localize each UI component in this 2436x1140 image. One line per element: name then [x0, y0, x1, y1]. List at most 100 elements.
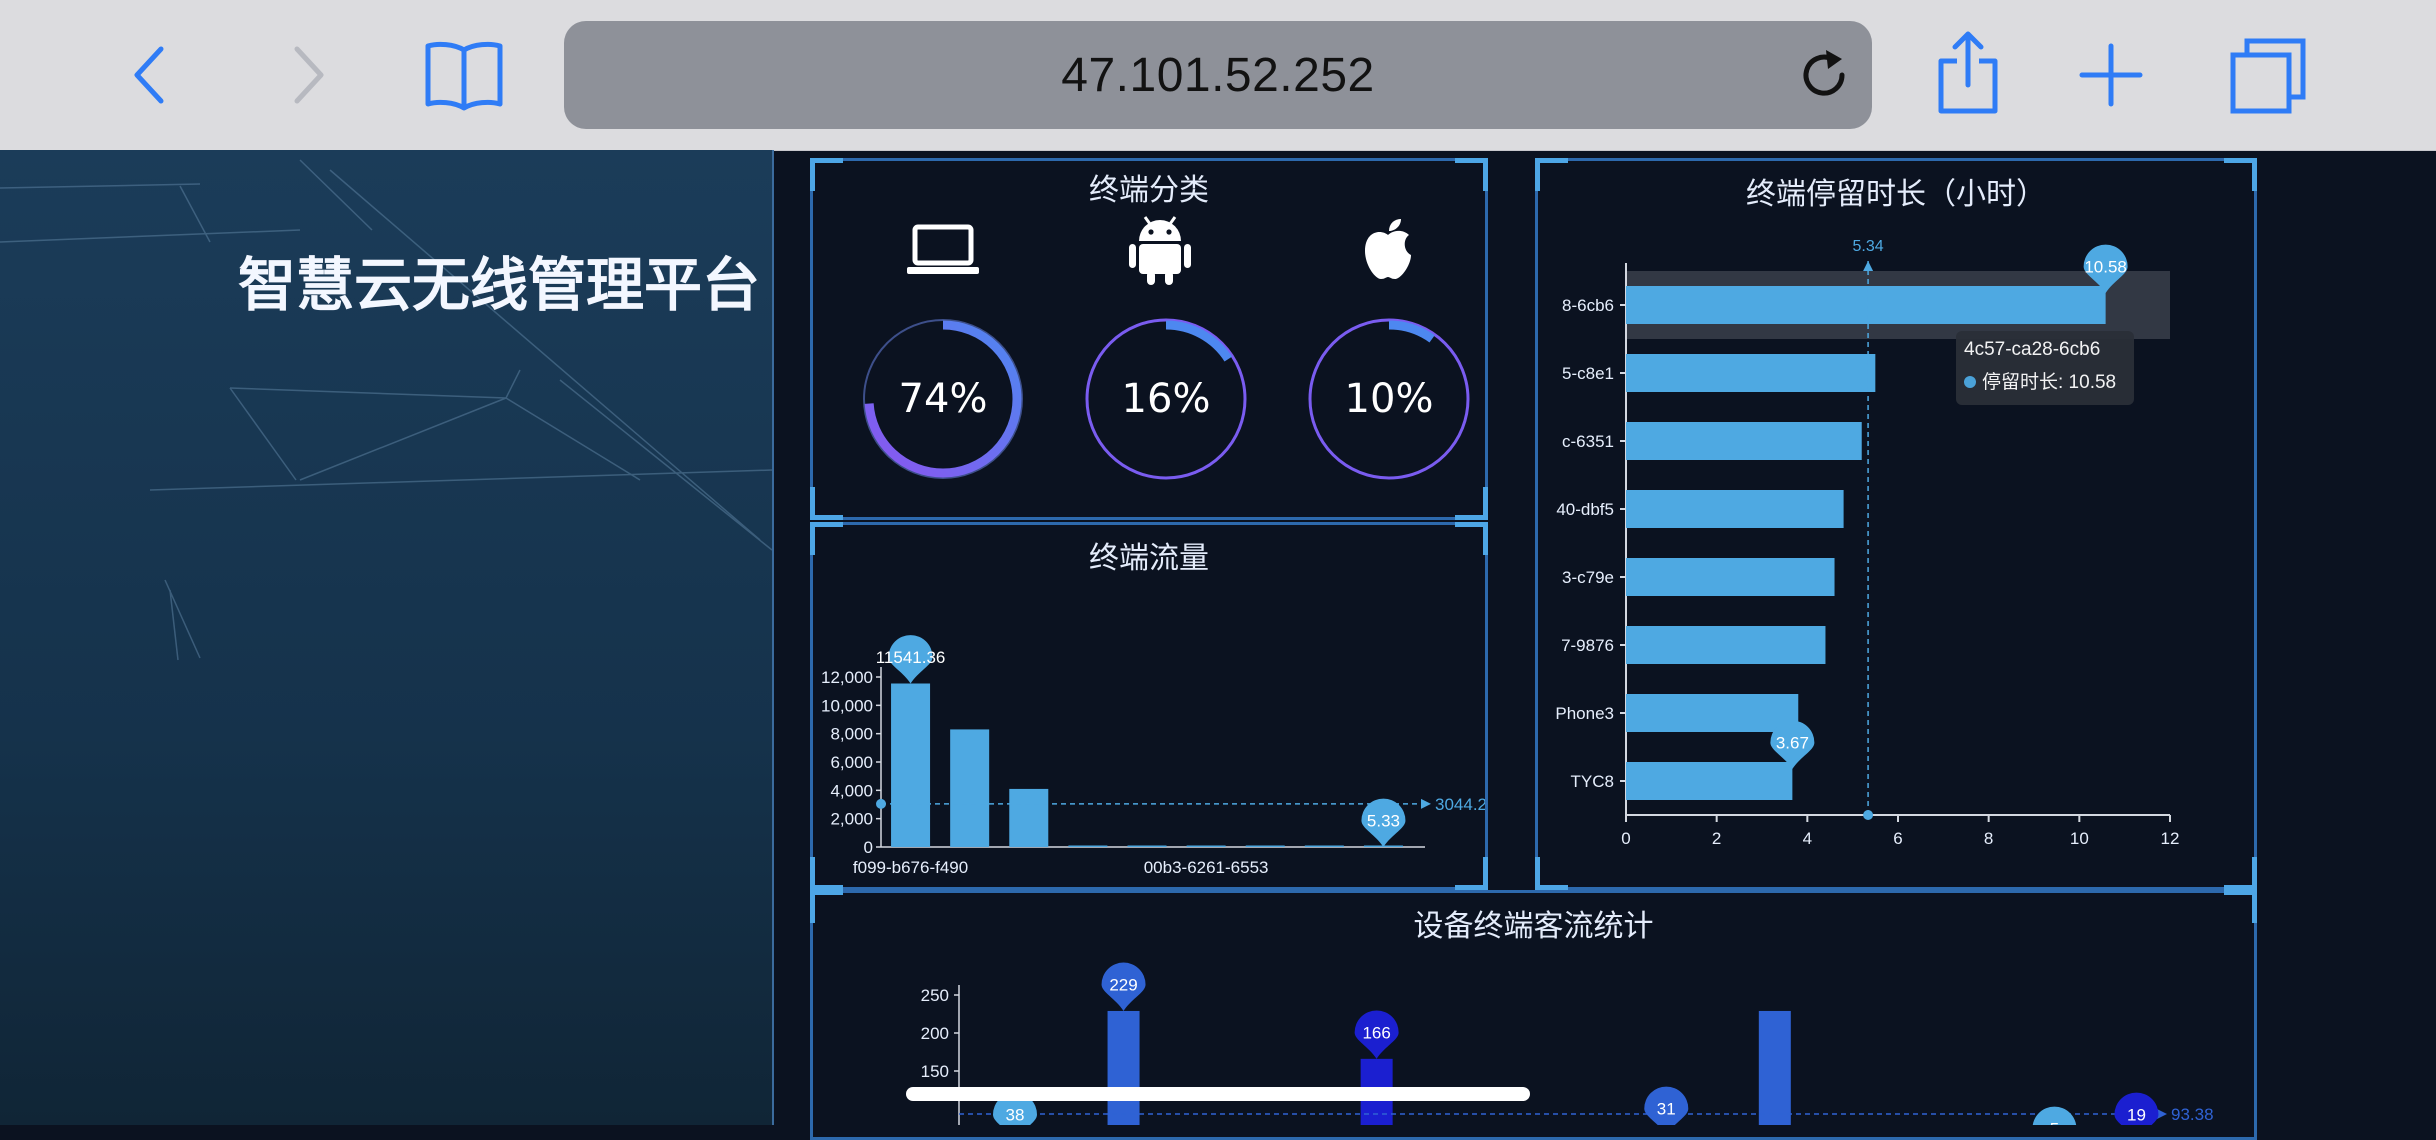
platform-title: 智慧云无线管理平台 — [238, 251, 761, 319]
traffic-bar — [1068, 845, 1108, 847]
tooltip-dot — [1964, 376, 1976, 388]
category-label: 40-dbf5 — [1556, 500, 1614, 519]
dwell-bar — [1626, 558, 1835, 596]
visitor-marker-label: 19 — [2127, 1106, 2146, 1125]
visitor-bar — [1107, 1010, 1140, 1125]
y-tick-label: 2,000 — [830, 810, 873, 829]
visitor-marker-label: 229 — [1109, 976, 1137, 995]
x-tick-label: 8 — [1984, 829, 1993, 848]
traffic-bar — [1009, 788, 1049, 847]
category-label: 8-6cb6 — [1562, 296, 1614, 315]
average-start-dot — [1863, 810, 1874, 820]
android-ring-chart: 16% — [1083, 316, 1249, 482]
traffic-bar — [1304, 845, 1344, 847]
y-tick-label: 4,000 — [830, 781, 873, 800]
chart-tooltip: 4c57-ca28-6cb6 停留时长: 10.58 — [1956, 331, 2134, 405]
new-tab-icon[interactable] — [2076, 40, 2146, 110]
dwell-bar-chart: 8-6cb6 5-c8e1 c-6351 40-dbf5 3-c79e 7-9876 Pho… — [1555, 238, 2180, 848]
y-tick-label: 6,000 — [830, 753, 873, 772]
traffic-bar — [891, 683, 931, 847]
terminal-category-panel: 终端分类 74% 16% 10% — [810, 158, 1488, 520]
home-indicator — [906, 1087, 1530, 1101]
browser-toolbar: 47.101.52.252 — [0, 0, 2436, 151]
tooltip-id: 4c57-ca28-6cb6 — [1964, 339, 2101, 360]
average-arrow — [1863, 261, 1874, 271]
visitor-marker-label: 166 — [1362, 1023, 1390, 1042]
visitor-marker-label: 5 — [2050, 1120, 2059, 1125]
android-percent: 16% — [1121, 376, 1211, 422]
max-marker-label: 10.58 — [2084, 258, 2127, 277]
terminal-traffic-panel: 终端流量 0 2,000 4,000 6,000 8,000 10,000 12,000 f0… — [810, 522, 1488, 890]
dwell-bar — [1626, 626, 1826, 664]
y-tick-label: 250 — [921, 986, 949, 1005]
average-arrow — [1421, 798, 1431, 809]
left-map-panel: 智慧云无线管理平台 — [0, 150, 774, 1125]
category-label: 3-c79e — [1562, 568, 1614, 587]
y-tick-label: 150 — [921, 1062, 949, 1081]
x-tick-label: 0 — [1621, 829, 1630, 848]
frame-corner — [810, 487, 843, 520]
visitor-bar — [1758, 1010, 1791, 1125]
visitor-marker-label: 38 — [1006, 1106, 1025, 1125]
x-tick-label: 6 — [1893, 829, 1902, 848]
category-label: TYC8 — [1571, 772, 1614, 791]
visitor-stats-title: 设备终端客流统计 — [1413, 909, 1654, 944]
dwell-time-title: 终端停留时长（小时） — [1746, 177, 2046, 212]
visitor-stats-panel: 设备终端客流统计 150 200 250 93.38 229 166 38 31 5 19 — [810, 890, 2257, 1140]
laptop-percent: 74% — [898, 376, 988, 422]
x-tick-label: 12 — [2161, 829, 2180, 848]
min-marker-label: 3.67 — [1776, 734, 1809, 753]
category-label: c-6351 — [1562, 432, 1614, 451]
y-tick-label: 0 — [864, 838, 873, 857]
android-icon — [1129, 213, 1191, 289]
back-icon[interactable] — [124, 40, 174, 110]
y-tick-label: 200 — [921, 1024, 949, 1043]
dwell-bar — [1626, 286, 2106, 324]
forward-icon[interactable] — [284, 40, 334, 110]
terminal-category-title: 终端分类 — [1089, 173, 1209, 208]
tabs-icon[interactable] — [2228, 36, 2308, 116]
y-tick-label: 8,000 — [830, 725, 873, 744]
tooltip-value: 停留时长: 10.58 — [1982, 372, 2117, 393]
category-label: 7-9876 — [1561, 636, 1614, 655]
average-start-dot — [876, 798, 886, 809]
traffic-bar — [1127, 845, 1167, 847]
dwell-bar — [1626, 422, 1862, 460]
traffic-bar — [1186, 845, 1226, 847]
x-tick-label: 00b3-6261-6553 — [1144, 858, 1269, 877]
average-arrow — [2157, 1109, 2167, 1120]
dwell-bar — [1626, 762, 1793, 800]
category-label: 5-c8e1 — [1562, 364, 1614, 383]
frame-corner — [1455, 487, 1488, 520]
category-label: Phone3 — [1555, 704, 1614, 723]
x-tick-label: f099-b676-f490 — [853, 858, 968, 877]
dwell-time-panel: 终端停留时长（小时） 8-6cb6 5-c8e1 c-6351 40-dbf5 3-c7… — [1535, 158, 2257, 890]
y-tick-label: 12,000 — [821, 668, 873, 687]
reload-icon[interactable] — [1796, 47, 1852, 103]
share-icon[interactable] — [1936, 28, 2000, 116]
y-tick-label: 10,000 — [821, 696, 873, 715]
apple-ring-chart: 10% — [1306, 316, 1472, 482]
x-tick-label: 2 — [1712, 829, 1721, 848]
laptop-ring-chart: 74% — [860, 316, 1026, 482]
address-bar[interactable]: 47.101.52.252 — [564, 21, 1872, 129]
traffic-bar-chart: 0 2,000 4,000 6,000 8,000 10,000 12,000 f099-b6… — [821, 635, 1485, 877]
bookmarks-icon[interactable] — [420, 36, 508, 116]
average-label: 5.34 — [1853, 238, 1884, 255]
laptop-icon — [905, 223, 981, 281]
apple-percent: 10% — [1344, 376, 1434, 422]
dwell-bar — [1626, 490, 1844, 528]
max-marker-label: 11541.36 — [876, 648, 946, 667]
min-marker-label: 5.33 — [1367, 812, 1400, 831]
x-tick-label: 10 — [2070, 829, 2089, 848]
average-label: 3044.28 — [1435, 795, 1485, 814]
dwell-bar — [1626, 354, 1876, 392]
dwell-bar — [1626, 694, 1799, 732]
apple-icon — [1361, 217, 1415, 285]
average-label: 93.38 — [2171, 1105, 2214, 1124]
url-text: 47.101.52.252 — [1061, 48, 1375, 102]
traffic-bar — [1245, 845, 1285, 847]
traffic-bar — [950, 729, 990, 847]
x-tick-label: 4 — [1803, 829, 1812, 848]
terminal-traffic-title: 终端流量 — [1089, 541, 1209, 576]
